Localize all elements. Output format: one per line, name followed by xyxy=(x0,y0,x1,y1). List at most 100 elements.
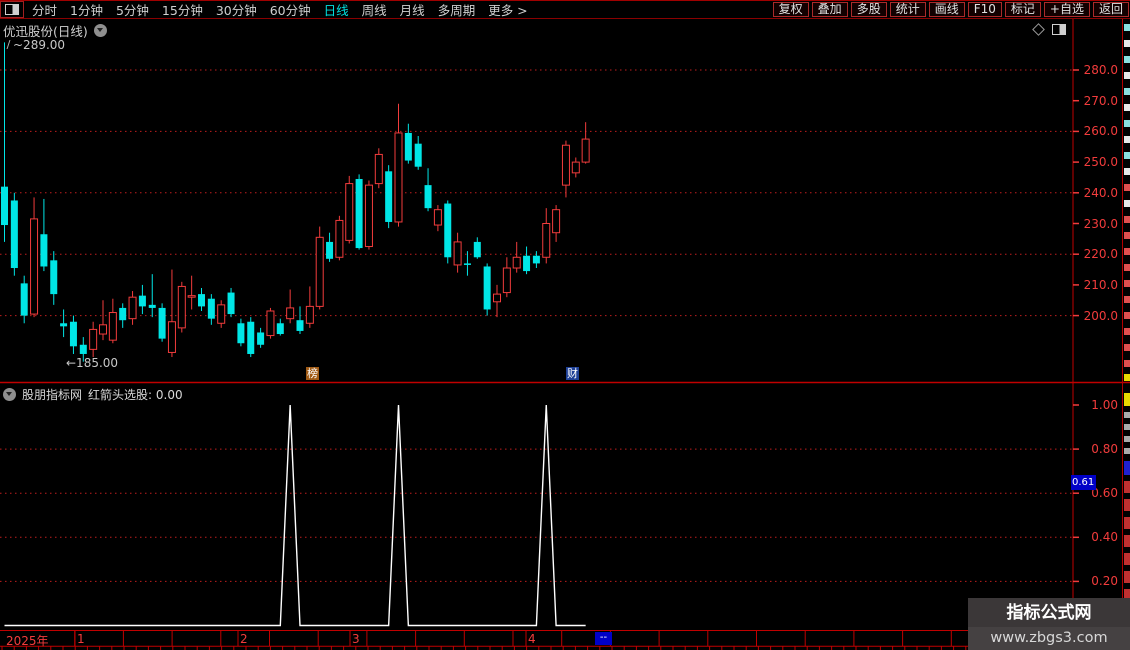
mini-strip-mark xyxy=(1124,264,1130,271)
toolbar-button-+自选[interactable]: +自选 xyxy=(1043,2,1090,17)
news-badge[interactable]: 财 xyxy=(566,367,579,380)
mini-strip-mark xyxy=(1124,56,1130,63)
mini-strip-mark xyxy=(1124,280,1130,287)
toolbar-buttons: 复权 叠加 多股 统计 画线 F10 标记 +自选 返回 xyxy=(772,2,1130,17)
watermark: 指标公式网 www.zbgs3.com xyxy=(968,598,1130,650)
toolbar-button-标记[interactable]: 标记 xyxy=(1004,2,1041,17)
mini-strip-mark xyxy=(1124,499,1130,511)
period-toolbar: 分时 1分钟 5分钟 15分钟 30分钟 60分钟 日线 周线 月线 多周期 更多 > 复权 叠加 多股… xyxy=(0,0,1130,19)
mini-strip-mark xyxy=(1124,436,1130,442)
mini-strip-mark xyxy=(1124,200,1130,207)
x-axis-position-marker: -- xyxy=(595,632,612,645)
mini-strip-mark xyxy=(1124,461,1130,475)
indicator-axis-label: 0.80 xyxy=(1091,442,1118,457)
indicator-header: 股朋指标网 红箭头选股: 0.00 xyxy=(3,386,183,403)
mini-strip-mark xyxy=(1124,553,1130,565)
diamond-mark-icon[interactable] xyxy=(1032,23,1045,36)
mini-strip-mark xyxy=(1124,248,1130,255)
price-axis-label: 260.0 xyxy=(1083,124,1118,139)
chevron-down-icon[interactable] xyxy=(93,24,107,37)
toolbar-button-复权[interactable]: 复权 xyxy=(772,2,809,17)
mini-strip-mark xyxy=(1124,571,1130,583)
period-tab-多周期[interactable]: 多周期 xyxy=(438,0,476,19)
maximize-panel-icon[interactable] xyxy=(1052,24,1066,35)
toolbar-button-多股[interactable]: 多股 xyxy=(850,2,887,17)
period-tab-1分钟[interactable]: 1分钟 xyxy=(70,0,103,19)
indicator-source: 股朋指标网 xyxy=(22,388,83,402)
mini-strip-mark xyxy=(1124,88,1130,95)
mini-strip-mark xyxy=(1124,216,1130,223)
mini-strip-mark xyxy=(1124,232,1130,239)
layout-toggle-button[interactable] xyxy=(0,1,24,18)
chart-plot-area[interactable] xyxy=(0,0,1130,650)
toolbar-button-叠加[interactable]: 叠加 xyxy=(811,2,848,17)
period-tab-15分钟[interactable]: 15分钟 xyxy=(162,0,203,19)
price-axis-label: 200.0 xyxy=(1083,308,1118,323)
mini-strip-mark xyxy=(1124,424,1130,430)
price-axis-label: 270.0 xyxy=(1083,93,1118,108)
high-price-label: ~289.00 xyxy=(6,38,65,52)
mini-overview-strip[interactable] xyxy=(1122,19,1130,646)
toolbar-button-返回[interactable]: 返回 xyxy=(1092,2,1129,17)
x-axis-year-label: 2025年 xyxy=(6,634,49,648)
mini-strip-mark xyxy=(1124,136,1130,143)
indicator-name: 红箭头选股: xyxy=(88,388,153,402)
toolbar-button-统计[interactable]: 统计 xyxy=(889,2,926,17)
mini-strip-mark xyxy=(1124,481,1130,493)
main-chart-header: 优迅股份(日线) xyxy=(3,21,107,40)
low-price-label: ←185.00 xyxy=(66,356,119,370)
period-tab-60分钟[interactable]: 60分钟 xyxy=(270,0,311,19)
period-tabs: 分时 1分钟 5分钟 15分钟 30分钟 60分钟 日线 周线 月线 多周期 更多 > xyxy=(28,0,528,19)
x-axis-month-label: 2 xyxy=(240,632,248,646)
mini-strip-mark xyxy=(1124,168,1130,175)
mini-strip-mark xyxy=(1124,24,1130,31)
window-layout-icon xyxy=(5,4,19,15)
mini-strip-mark xyxy=(1124,393,1130,406)
x-axis-month-label: 4 xyxy=(528,632,536,646)
trading-app-window: 分时 1分钟 5分钟 15分钟 30分钟 60分钟 日线 周线 月线 多周期 更多 > 复权 叠加 多股… xyxy=(0,0,1130,650)
mini-strip-mark xyxy=(1124,535,1130,547)
mini-strip-mark xyxy=(1124,184,1130,191)
price-axis-label: 280.0 xyxy=(1083,63,1118,77)
mini-strip-mark xyxy=(1124,344,1130,351)
news-badge[interactable]: 榜 xyxy=(306,367,319,380)
mini-strip-mark xyxy=(1124,448,1130,454)
watermark-title: 指标公式网 xyxy=(1006,603,1092,623)
mini-strip-mark xyxy=(1124,360,1130,367)
watermark-url: www.zbgs3.com xyxy=(968,627,1130,650)
mini-strip-mark xyxy=(1124,328,1130,335)
price-axis-label: 250.0 xyxy=(1083,155,1118,170)
indicator-axis-label: 1.00 xyxy=(1091,398,1118,412)
mini-strip-mark xyxy=(1124,374,1130,381)
mini-strip-mark xyxy=(1124,104,1130,111)
indicator-axis-label: 0.20 xyxy=(1091,574,1118,589)
price-axis-label: 210.0 xyxy=(1083,277,1118,292)
indicator-value: 0.00 xyxy=(155,388,183,402)
period-tab-分时[interactable]: 分时 xyxy=(32,0,57,19)
mini-strip-mark xyxy=(1124,120,1130,127)
x-axis-month-label: 1 xyxy=(77,632,85,646)
price-axis-label: 230.0 xyxy=(1083,216,1118,231)
period-tab-更多 >[interactable]: 更多 > xyxy=(488,0,527,19)
indicator-current-value-badge: 0.61 xyxy=(1071,475,1096,490)
mini-strip-mark xyxy=(1124,296,1130,303)
mini-strip-mark xyxy=(1124,72,1130,79)
mini-strip-mark xyxy=(1124,40,1130,47)
mini-strip-mark xyxy=(1124,517,1130,529)
mini-strip-mark xyxy=(1124,312,1130,319)
x-axis-month-label: 3 xyxy=(352,632,360,646)
price-axis-label: 240.0 xyxy=(1083,185,1118,200)
period-tab-5分钟[interactable]: 5分钟 xyxy=(116,0,149,19)
mini-strip-mark xyxy=(1124,412,1130,418)
period-tab-月线[interactable]: 月线 xyxy=(400,0,425,19)
toolbar-button-画线[interactable]: 画线 xyxy=(928,2,965,17)
period-tab-30分钟[interactable]: 30分钟 xyxy=(216,0,257,19)
period-tab-周线[interactable]: 周线 xyxy=(362,0,387,19)
price-axis-label: 220.0 xyxy=(1083,247,1118,262)
stock-title: 优迅股份(日线) xyxy=(3,24,88,39)
mini-strip-mark xyxy=(1124,152,1130,159)
chevron-down-icon[interactable] xyxy=(3,388,16,401)
indicator-axis-label: 0.40 xyxy=(1091,530,1118,545)
toolbar-button-F10[interactable]: F10 xyxy=(967,2,1002,17)
period-tab-日线[interactable]: 日线 xyxy=(324,0,349,19)
